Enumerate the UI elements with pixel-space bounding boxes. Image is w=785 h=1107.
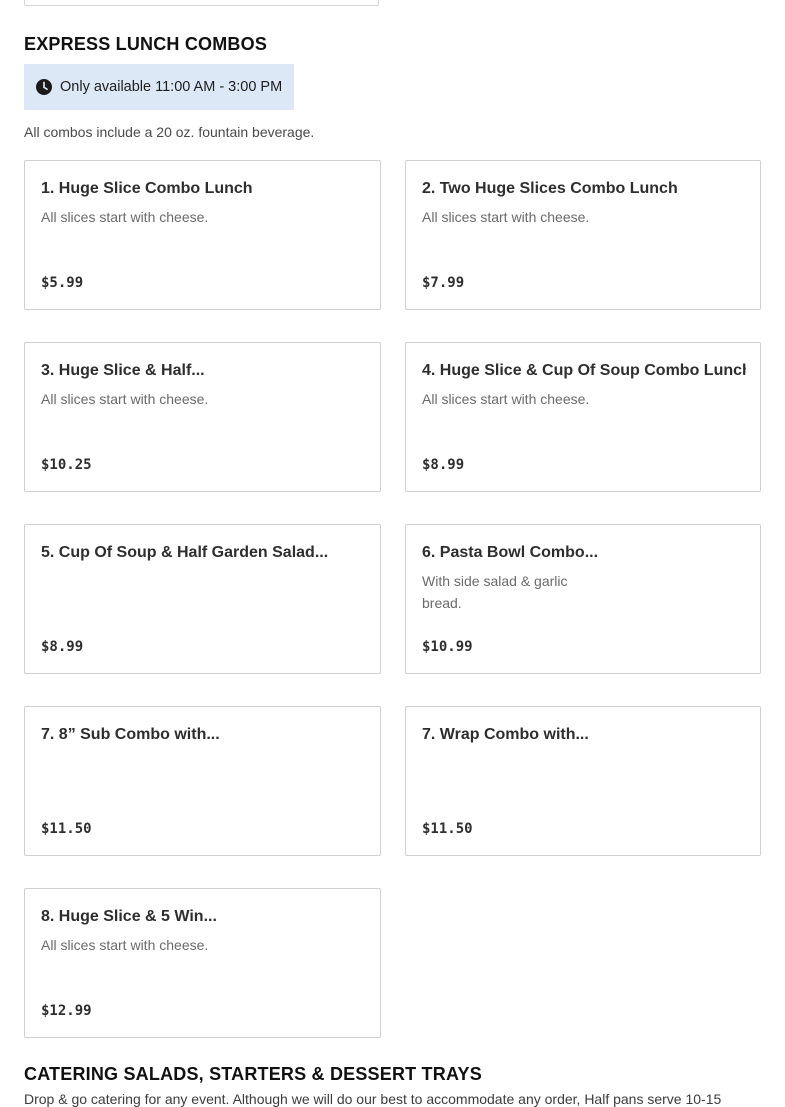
menu-item-name: 8. Huge Slice & 5 Win... bbox=[41, 908, 217, 925]
menu-item-description: All slices start with cheese. bbox=[422, 209, 590, 225]
menu-item-name: 2. Two Huge Slices Combo Lunch bbox=[422, 180, 678, 197]
menu-item-name: 7. Wrap Combo with... bbox=[422, 726, 589, 743]
menu-item-name: 1. Huge Slice Combo Lunch bbox=[41, 180, 253, 197]
menu-item-price: $10.99 bbox=[422, 639, 473, 655]
menu-item-price: $11.50 bbox=[41, 821, 92, 837]
previous-menu-item-card[interactable] bbox=[24, 0, 379, 6]
menu-item-description: All slices start with cheese. bbox=[41, 391, 209, 407]
menu-item-name: 4. Huge Slice & Cup Of Soup Combo Lunch bbox=[422, 362, 746, 379]
menu-item-description: With side salad & garlic bread. bbox=[422, 573, 568, 611]
availability-banner: Only available 11:00 AM - 3:00 PM bbox=[24, 64, 294, 110]
menu-item-description: All slices start with cheese. bbox=[41, 937, 209, 953]
combo-note: All combos include a 20 oz. fountain bev… bbox=[24, 124, 315, 140]
menu-item-price: $11.50 bbox=[422, 821, 473, 837]
menu-item-card[interactable]: 5. Cup Of Soup & Half Garden Salad... $8… bbox=[24, 524, 381, 674]
menu-item-price: $10.25 bbox=[41, 457, 92, 473]
section-title: EXPRESS LUNCH COMBOS bbox=[24, 34, 268, 54]
menu-item-name: 5. Cup Of Soup & Half Garden Salad... bbox=[41, 544, 329, 561]
next-section-title: CATERING SALADS, STARTERS & DESSERT TRAY… bbox=[24, 1064, 482, 1084]
menu-item-card[interactable]: 1. Huge Slice Combo Lunch All slices sta… bbox=[24, 160, 381, 310]
menu-item-card[interactable]: 7. Wrap Combo with... $11.50 bbox=[405, 706, 761, 856]
menu-item-card[interactable]: 8. Huge Slice & 5 Win... All slices star… bbox=[24, 888, 381, 1038]
availability-text: Only available 11:00 AM - 3:00 PM bbox=[60, 79, 283, 95]
menu-item-card[interactable]: 4. Huge Slice & Cup Of Soup Combo Lunch … bbox=[405, 342, 761, 492]
menu-item-description: All slices start with cheese. bbox=[41, 209, 209, 225]
menu-item-description: All slices start with cheese. bbox=[422, 391, 590, 407]
menu-item-card[interactable]: 3. Huge Slice & Half... All slices start… bbox=[24, 342, 381, 492]
menu-item-name: 3. Huge Slice & Half... bbox=[41, 362, 205, 379]
menu-item-price: $8.99 bbox=[422, 457, 465, 473]
next-section-intro: Drop & go catering for any event. Althou… bbox=[24, 1091, 722, 1107]
menu-item-price: $7.99 bbox=[422, 275, 465, 291]
menu-item-price: $5.99 bbox=[41, 275, 84, 291]
menu-item-price: $8.99 bbox=[41, 639, 84, 655]
menu-item-card[interactable]: 7. 8” Sub Combo with... $11.50 bbox=[24, 706, 381, 856]
menu-item-card[interactable]: 6. Pasta Bowl Combo... With side salad &… bbox=[405, 524, 761, 674]
menu-item-name: 7. 8” Sub Combo with... bbox=[41, 726, 220, 743]
menu-item-price: $12.99 bbox=[41, 1003, 92, 1019]
menu-item-card[interactable]: 2. Two Huge Slices Combo Lunch All slice… bbox=[405, 160, 761, 310]
menu-item-name: 6. Pasta Bowl Combo... bbox=[422, 544, 599, 561]
clock-icon bbox=[36, 79, 52, 95]
